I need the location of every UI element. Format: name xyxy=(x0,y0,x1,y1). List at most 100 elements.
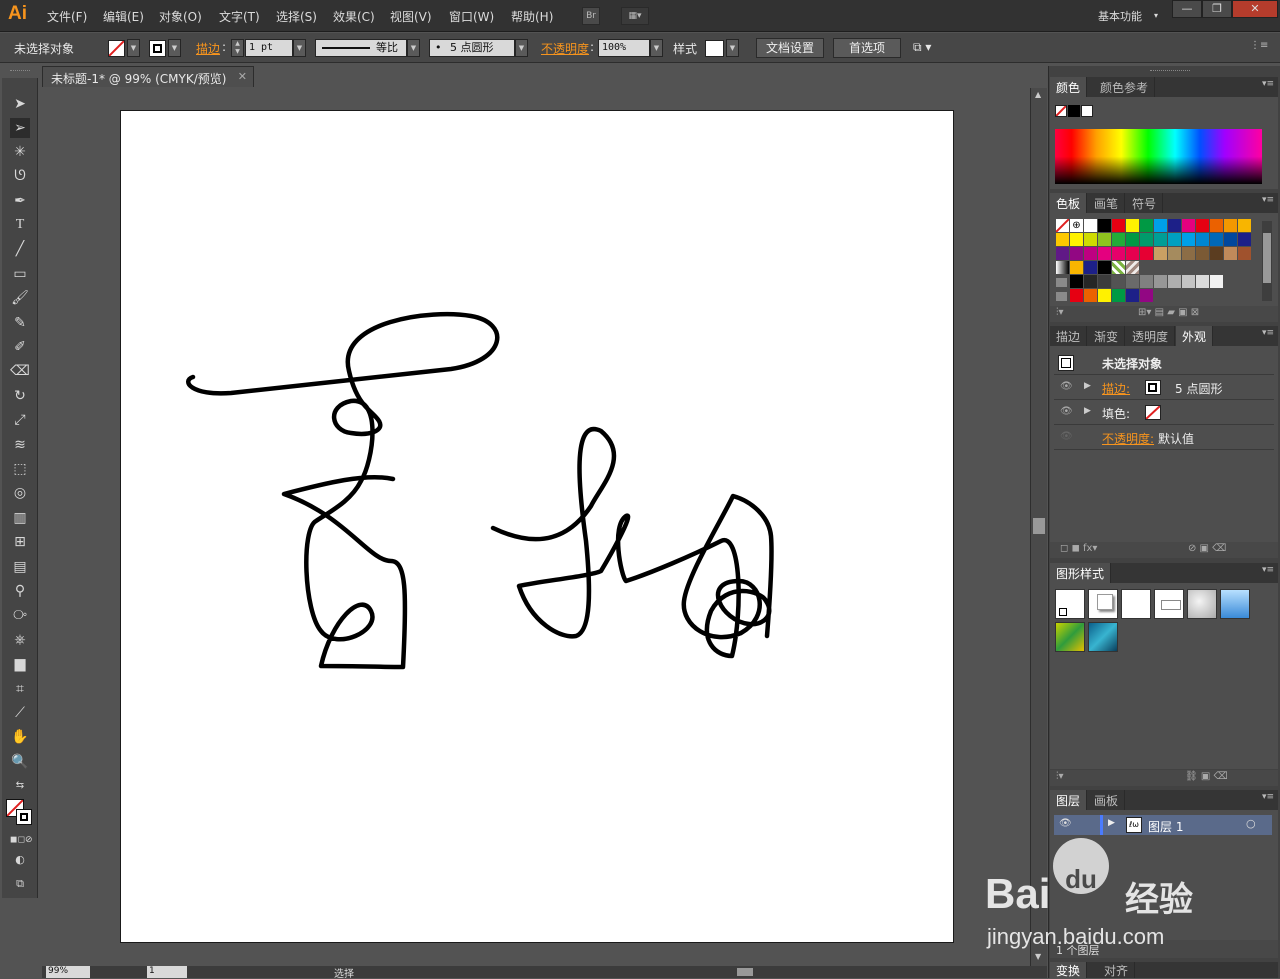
swatch-item[interactable] xyxy=(1140,289,1153,302)
screen-mode-icon[interactable]: ⧉ xyxy=(10,874,30,894)
panel-menu-icon[interactable]: ▾≡ xyxy=(1262,565,1274,575)
preferences-button[interactable]: 首选项 xyxy=(833,38,901,58)
swatch-item[interactable] xyxy=(1196,275,1209,288)
swatch-item[interactable] xyxy=(1126,275,1139,288)
swatch-item[interactable] xyxy=(1196,247,1209,260)
horizontal-scroll-thumb[interactable] xyxy=(737,968,753,976)
stroke-weight-field[interactable]: 1 pt xyxy=(245,39,293,57)
visibility-eye-icon[interactable]: 👁 xyxy=(1059,818,1072,829)
eyedropper-tool-icon[interactable]: ⚲ xyxy=(10,581,30,601)
swatch-item[interactable] xyxy=(1098,233,1111,246)
stroke-swatch[interactable] xyxy=(149,40,166,57)
swatch-item[interactable] xyxy=(1126,247,1139,260)
magic-wand-tool-icon[interactable]: ✳ xyxy=(10,142,30,162)
new-style-icons[interactable]: ⛓ ▣ ⌫ xyxy=(1185,771,1228,782)
tab-graphic-styles[interactable]: 图形样式 xyxy=(1050,563,1112,583)
swatch-item[interactable] xyxy=(1098,261,1111,274)
swatch-item[interactable] xyxy=(1070,261,1083,274)
swatch-item[interactable] xyxy=(1070,247,1083,260)
artboard[interactable] xyxy=(120,110,954,943)
swatch-item[interactable] xyxy=(1168,275,1181,288)
close-button[interactable]: ✕ xyxy=(1232,0,1278,18)
layer-name[interactable]: 图层 1 xyxy=(1148,818,1183,835)
swatch-item[interactable] xyxy=(1182,233,1195,246)
swatch-item[interactable] xyxy=(1168,233,1181,246)
swatch-item[interactable] xyxy=(1140,219,1153,232)
swatch-item[interactable] xyxy=(1210,275,1223,288)
appearance-stroke-row[interactable]: 👁 ▶ 描边: 5 点圆形 xyxy=(1054,376,1274,400)
swatch-item[interactable] xyxy=(1154,233,1167,246)
swatch-item[interactable] xyxy=(1210,247,1223,260)
swatch-item[interactable] xyxy=(1070,275,1083,288)
swatch-item[interactable] xyxy=(1112,275,1125,288)
lasso-tool-icon[interactable]: ᘎ xyxy=(10,166,30,186)
shape-builder-tool-icon[interactable]: ◎ xyxy=(10,483,30,503)
panel-menu-icon[interactable]: ▾≡ xyxy=(1262,79,1274,89)
stroke-profile-field[interactable]: 等比 xyxy=(315,39,407,57)
tab-stroke[interactable]: 描边 xyxy=(1050,326,1088,346)
tab-transparency[interactable]: 透明度 xyxy=(1126,326,1176,346)
menu-object[interactable]: 对象(O) xyxy=(159,8,202,25)
eraser-tool-icon[interactable]: ⌫ xyxy=(10,361,30,381)
visibility-eye-icon[interactable]: 👁 xyxy=(1060,406,1073,417)
swatch-item[interactable] xyxy=(1098,247,1111,260)
swatch-item[interactable] xyxy=(1056,278,1067,287)
menu-effect[interactable]: 效果(C) xyxy=(333,8,375,25)
swatch-item[interactable] xyxy=(1140,233,1153,246)
swatch-item[interactable] xyxy=(1084,219,1097,232)
stroke-color-icon[interactable] xyxy=(16,809,32,825)
draw-mode-icon[interactable]: ◐ xyxy=(10,850,30,870)
panel-menu-icon[interactable]: ⋮≡ xyxy=(1250,40,1268,51)
artboard-field[interactable]: 1 xyxy=(147,966,187,978)
swatch-item[interactable] xyxy=(1154,219,1167,232)
swatch-item[interactable] xyxy=(1112,289,1125,302)
swatch-item[interactable] xyxy=(1126,289,1139,302)
canvas[interactable] xyxy=(42,88,1030,966)
graph-tool-icon[interactable]: ▥ xyxy=(10,508,30,528)
artboard-tool-icon[interactable]: ⌗ xyxy=(10,679,30,699)
swatch-item[interactable] xyxy=(1182,247,1195,260)
blend-tool-icon[interactable]: ⧂ xyxy=(10,605,30,625)
stroke-weight-dropdown[interactable]: ▼ xyxy=(293,39,306,57)
appearance-opacity-row[interactable]: 👁 不透明度: 默认值 xyxy=(1054,426,1274,450)
swatch-item[interactable] xyxy=(1112,247,1125,260)
menu-view[interactable]: 视图(V) xyxy=(390,8,432,25)
swatch-item[interactable] xyxy=(1055,218,1070,233)
stroke-label[interactable]: 描边 xyxy=(196,40,220,57)
swatch-item[interactable] xyxy=(1168,247,1181,260)
swatch-item[interactable] xyxy=(1224,247,1237,260)
swatch-item[interactable] xyxy=(1070,233,1083,246)
panel-menu-icon[interactable]: ▾≡ xyxy=(1262,328,1274,338)
swatch-item[interactable] xyxy=(1070,289,1083,302)
arrange-documents-icon[interactable]: ▦▾ xyxy=(621,7,649,25)
graphic-style-shadow[interactable] xyxy=(1088,589,1118,619)
swatch-item[interactable] xyxy=(1056,247,1069,260)
scroll-down-icon[interactable]: ▼ xyxy=(1035,952,1041,961)
rectangle-tool-icon[interactable]: ▭ xyxy=(10,264,30,284)
tab-gradient[interactable]: 渐变 xyxy=(1088,326,1126,346)
zoom-tool-icon[interactable]: 🔍 xyxy=(10,752,30,772)
tab-brushes[interactable]: 画笔 xyxy=(1088,193,1126,213)
swatch-item[interactable] xyxy=(1098,219,1111,232)
graphic-style-plain[interactable] xyxy=(1121,589,1151,619)
gradient-tool-icon[interactable]: ▤ xyxy=(10,557,30,577)
swatch-item[interactable] xyxy=(1238,233,1251,246)
line-tool-icon[interactable]: ╱ xyxy=(10,239,30,259)
column-graph-tool-icon[interactable]: ▆ xyxy=(10,654,30,674)
swap-fill-stroke-icon[interactable]: ⇆ xyxy=(10,776,30,796)
menu-type[interactable]: 文字(T) xyxy=(219,8,260,25)
tab-layers[interactable]: 图层 xyxy=(1050,790,1088,810)
swatch-item[interactable] xyxy=(1112,261,1125,274)
pen-tool-icon[interactable]: ✒ xyxy=(10,191,30,211)
white-color-icon[interactable] xyxy=(1081,105,1093,117)
panel-menu-icon[interactable]: ▾≡ xyxy=(1262,195,1274,205)
swatch-item[interactable] xyxy=(1098,289,1111,302)
swatch-item[interactable] xyxy=(1154,247,1167,260)
document-setup-button[interactable]: 文档设置 xyxy=(756,38,824,58)
expand-triangle-icon[interactable]: ▶ xyxy=(1108,818,1115,828)
target-circle-icon[interactable]: ○ xyxy=(1246,817,1256,830)
tab-artboards[interactable]: 画板 xyxy=(1088,790,1126,810)
swatch-item[interactable] xyxy=(1084,233,1097,246)
zoom-field[interactable]: 99% xyxy=(46,966,90,978)
type-tool-icon[interactable]: T xyxy=(10,215,30,235)
